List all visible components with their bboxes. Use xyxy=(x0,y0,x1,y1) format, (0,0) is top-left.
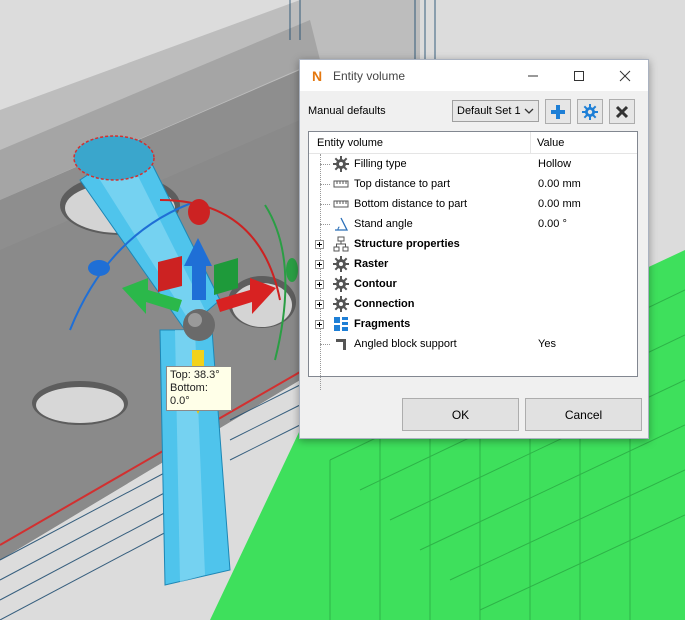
gear-icon xyxy=(333,276,349,292)
tree-row-stand-angle[interactable]: Stand angle 0.00 ° xyxy=(309,214,637,234)
maximize-icon xyxy=(574,70,584,81)
tree-row-top-distance[interactable]: Top distance to part 0.00 mm xyxy=(309,174,637,194)
tooltip-bottom-angle: Bottom: 0.0° xyxy=(170,382,208,407)
window-controls xyxy=(510,60,648,91)
maximize-button[interactable] xyxy=(556,60,602,91)
manual-defaults-label: Manual defaults xyxy=(308,105,386,117)
tree-row-fragments[interactable]: Fragments xyxy=(309,314,637,334)
app-logo-icon: N xyxy=(311,67,323,84)
tree-row-label: Structure properties xyxy=(354,238,460,250)
gear-icon xyxy=(333,296,349,312)
tree-row-value[interactable]: Yes xyxy=(538,338,556,350)
gear-icon xyxy=(582,103,598,120)
tooltip-top-angle: Top: 38.3° xyxy=(170,369,220,381)
gear-icon xyxy=(333,256,349,272)
tree-row-value[interactable]: 0.00 mm xyxy=(538,198,581,210)
expand-toggle[interactable] xyxy=(315,280,324,289)
tree-row-angled-block-support[interactable]: Angled block support Yes xyxy=(309,334,637,354)
defaults-toolbar: Manual defaults Default Set 1 xyxy=(300,98,648,126)
hierarchy-icon xyxy=(333,236,349,252)
cancel-button[interactable]: Cancel xyxy=(525,398,642,431)
expand-toggle[interactable] xyxy=(315,320,324,329)
tree-row-label: Angled block support xyxy=(354,338,457,350)
tree-row-label: Top distance to part xyxy=(354,178,451,190)
expand-toggle[interactable] xyxy=(315,300,324,309)
block-support-icon xyxy=(336,339,346,350)
close-icon xyxy=(619,70,631,81)
tree-header: Entity volume Value xyxy=(309,132,637,154)
tree-row-raster[interactable]: Raster xyxy=(309,254,637,274)
tree-row-label: Stand angle xyxy=(354,218,413,230)
properties-tree[interactable]: Entity volume Value Filling type Hollow … xyxy=(308,131,638,390)
tree-row-connection[interactable]: Connection xyxy=(309,294,637,314)
dialog-title: Entity volume xyxy=(333,68,406,83)
entity-volume-dialog: N Entity volume Manual defaults Default … xyxy=(299,59,649,439)
tree-row-label: Fragments xyxy=(354,318,411,330)
tree-row-contour[interactable]: Contour xyxy=(309,274,637,294)
tree-row-value[interactable]: 0.00 ° xyxy=(538,218,567,230)
add-preset-button[interactable] xyxy=(545,99,571,124)
tree-row-bottom-distance[interactable]: Bottom distance to part 0.00 mm xyxy=(309,194,637,214)
tree-row-label: Connection xyxy=(354,298,415,310)
expand-toggle[interactable] xyxy=(315,260,324,269)
preset-select[interactable]: Default Set 1 xyxy=(452,100,539,122)
tree-row-label: Filling type xyxy=(354,158,407,170)
angle-tooltip: Top: 38.3° Bottom: 0.0° xyxy=(166,366,232,411)
column-header-value[interactable]: Value xyxy=(537,137,564,149)
chevron-down-icon xyxy=(524,108,534,114)
plus-icon xyxy=(551,104,565,119)
tree-row-value[interactable]: Hollow xyxy=(538,158,571,170)
tree-row-value[interactable]: 0.00 mm xyxy=(538,178,581,190)
column-header-name[interactable]: Entity volume xyxy=(317,137,383,149)
tree-row-filling-type[interactable]: Filling type Hollow xyxy=(309,154,637,174)
preset-select-value: Default Set 1 xyxy=(457,105,521,117)
angle-icon xyxy=(335,217,349,231)
ruler-icon xyxy=(333,180,349,188)
tree-row-label: Bottom distance to part xyxy=(354,198,468,210)
tree-row-label: Raster xyxy=(354,258,389,270)
close-window-button[interactable] xyxy=(602,60,648,91)
minimize-icon xyxy=(528,75,538,76)
preset-settings-button[interactable] xyxy=(577,99,603,124)
close-icon xyxy=(615,105,629,118)
title-bar[interactable]: N Entity volume xyxy=(300,60,648,91)
ok-button[interactable]: OK xyxy=(402,398,519,431)
expand-toggle[interactable] xyxy=(315,240,324,249)
tree-row-structure-properties[interactable]: Structure properties xyxy=(309,234,637,254)
tree-row-label: Contour xyxy=(354,278,397,290)
ruler-icon xyxy=(333,200,349,208)
fragments-icon xyxy=(334,317,348,331)
minimize-button[interactable] xyxy=(510,60,556,91)
delete-preset-button[interactable] xyxy=(609,99,635,124)
gear-icon xyxy=(333,156,349,172)
